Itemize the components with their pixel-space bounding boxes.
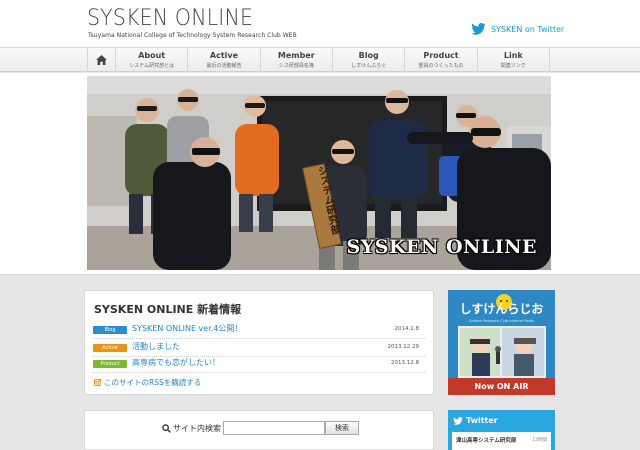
nav-home[interactable] (88, 48, 116, 72)
hero-caption: SYSKEN ONLINE (346, 236, 537, 258)
twitter-bird-icon (471, 23, 486, 35)
nav-item-title: Member (277, 51, 315, 60)
global-nav: About システム研究部とは Active 最近の活動報告 Member シス… (0, 47, 640, 72)
news-item: Product 高専病でも恋がしたい！ 2013.12.8 (93, 357, 425, 373)
nav-inner: About システム研究部とは Active 最近の活動報告 Member シス… (87, 48, 550, 72)
home-icon (96, 55, 107, 65)
twitter-link-label: SYSKEN on Twitter (491, 24, 565, 34)
nav-item-link[interactable]: Link 関連リンク (478, 48, 550, 72)
news-link[interactable]: 活動しました (132, 341, 180, 352)
nav-item-title: Product (423, 51, 459, 60)
on-air-label: Now ON AIR (474, 382, 529, 391)
nav-item-blog[interactable]: Blog しすけんぶろぐ (333, 48, 406, 72)
nav-item-title: Blog (358, 51, 379, 60)
nav-item-product[interactable]: Product 部員のつくったもの (405, 48, 478, 72)
news-date: 2013.12.8 (391, 360, 419, 366)
search-button[interactable]: 検索 (325, 421, 359, 435)
nav-item-sub: 関連リンク (500, 63, 526, 69)
news-link[interactable]: SYSKEN ONLINE ver.4公開！ (132, 323, 242, 334)
site-subtitle: Tsuyama National College of Technology S… (88, 32, 297, 39)
tweet-account: 津山高専システム研究部 (456, 438, 517, 444)
news-badge-product: Product (93, 360, 127, 368)
radio-banner-title: しすけんらじお (459, 302, 544, 316)
news-panel: SYSKEN ONLINE 新着情報 Blog SYSKEN ONLINE ve… (84, 290, 434, 395)
nav-item-title: About (138, 51, 166, 60)
twitter-bird-icon (453, 416, 463, 425)
nav-item-sub: 最近の活動報告 (206, 63, 242, 69)
nav-item-title: Link (503, 51, 523, 60)
news-date: 2014.1.8 (394, 326, 420, 332)
nav-item-about[interactable]: About システム研究部とは (116, 48, 189, 72)
rss-link[interactable]: このサイトのRSSを購読する (94, 377, 201, 388)
nav-item-sub: しすけんぶろぐ (351, 63, 387, 69)
site-search-panel: サイト内検索 検索 (84, 410, 434, 450)
news-title: SYSKEN ONLINE 新着情報 (94, 303, 242, 316)
twitter-widget: Twitter 津山高専システム研究部 12時間 (448, 410, 555, 450)
search-label: サイト内検索 (162, 423, 221, 434)
news-badge-active: Active (93, 344, 127, 352)
site-header: SYSKEN ONLINE Tsuyama National College o… (0, 0, 640, 47)
news-badge-blog: Blog (93, 326, 127, 334)
twitter-widget-title: Twitter (453, 416, 498, 425)
tweet-item[interactable]: 津山高専システム研究部 12時間 (452, 432, 551, 450)
hero-photo: システム研究部 SYSKEN ONLINE (87, 76, 551, 270)
search-label-text: サイト内検索 (173, 424, 221, 433)
radio-banner-subtitle: System Research Club Internet Radio (468, 319, 535, 323)
nav-item-sub: シス研部員名簿 (278, 63, 314, 69)
nav-item-sub: システム研究部とは (129, 63, 175, 69)
news-item: Blog SYSKEN ONLINE ver.4公開！ 2014.1.8 (93, 323, 425, 339)
twitter-widget-title-text: Twitter (466, 416, 498, 425)
nav-item-title: Active (209, 51, 239, 60)
search-input[interactable] (223, 421, 325, 435)
radio-banner[interactable]: しすけんらじお System Research Club Internet Ra… (448, 290, 555, 395)
rss-label: このサイトのRSSを購読する (104, 378, 202, 387)
search-icon (162, 424, 171, 433)
nav-item-active[interactable]: Active 最近の活動報告 (188, 48, 261, 72)
twitter-link[interactable]: SYSKEN on Twitter (471, 23, 564, 35)
news-link[interactable]: 高専病でも恋がしたい！ (132, 357, 220, 368)
news-item: Active 活動しました 2013.12.29 (93, 341, 425, 357)
nav-item-sub: 部員のつくったもの (418, 63, 464, 69)
news-date: 2013.12.29 (387, 344, 420, 350)
site-logo[interactable]: SYSKEN ONLINE (87, 6, 253, 31)
tweet-time: 12時間 (532, 438, 547, 443)
nav-item-member[interactable]: Member シス研部員名簿 (261, 48, 333, 72)
rss-icon (94, 379, 101, 386)
